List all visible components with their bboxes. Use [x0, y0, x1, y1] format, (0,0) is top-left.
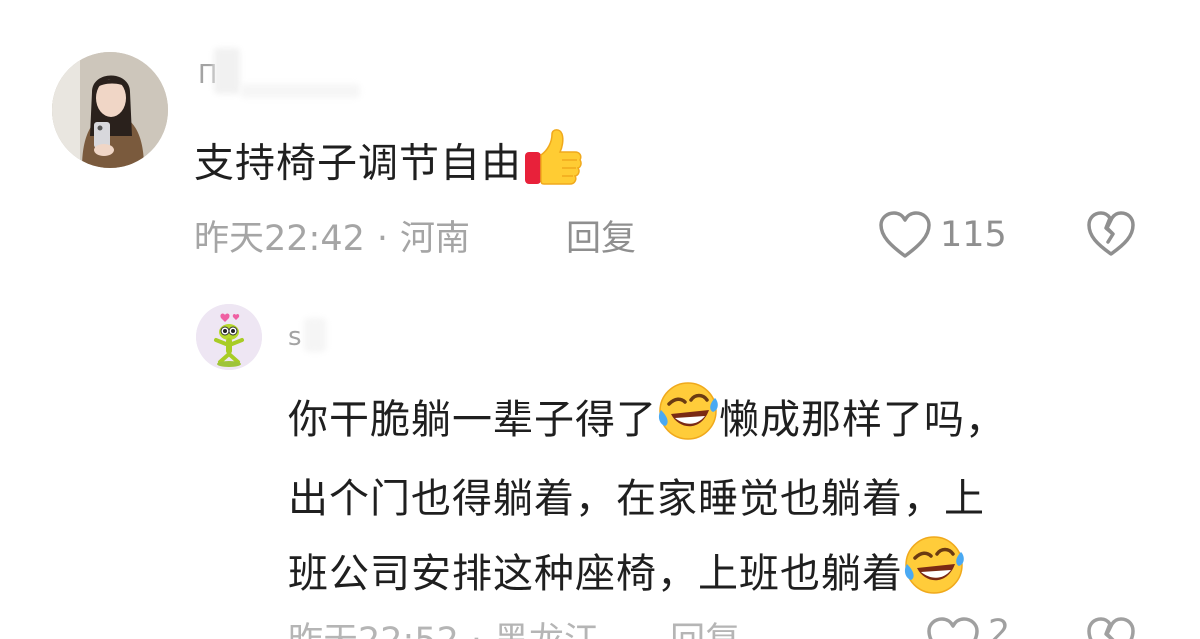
- comment-time: 昨天22:42: [194, 219, 365, 259]
- reply-text-line-1: 你干脆躺一辈子得了 懒成那样了吗，: [288, 380, 1158, 464]
- comment-meta: 昨天22:42 · 河南 回复: [194, 210, 636, 261]
- reply-dislike-button[interactable]: [1086, 616, 1136, 639]
- rolling-laughing-icon: [657, 380, 719, 464]
- reply-location: 黑龙江: [494, 621, 599, 639]
- meta-dot: ·: [376, 219, 389, 259]
- comment-text-content: 支持椅子调节自由: [194, 140, 522, 187]
- avatar[interactable]: [52, 52, 168, 168]
- reply-text-line-2: 出个门也得躺着，在家睡觉也躺着，上: [288, 476, 985, 522]
- reply-username[interactable]: s: [288, 322, 302, 352]
- reply-text-segment: 你干脆躺一辈子得了: [288, 397, 657, 443]
- reply-text: 你干脆躺一辈子得了 懒成那样了吗， 出个门也得躺着，在家睡觉也躺着，上 班公司安…: [288, 380, 1158, 618]
- username-blur-tail: [240, 84, 360, 98]
- heart-icon: [879, 211, 931, 258]
- dislike-button[interactable]: [1086, 210, 1136, 262]
- reply-meta: 昨天22:52 · 黑龙江 回复: [288, 612, 740, 639]
- reply-reply-button[interactable]: 回复: [670, 621, 740, 639]
- frog-avatar-icon: [196, 304, 262, 370]
- comment-location: 河南: [400, 219, 471, 259]
- comment-text: 支持椅子调节自由: [194, 128, 584, 203]
- reply-button[interactable]: 回复: [566, 210, 636, 261]
- reply-text-line-3: 班公司安排这种座椅，上班也躺着: [288, 534, 1158, 618]
- reply-username-blur: [304, 318, 326, 352]
- like-button[interactable]: 115: [878, 210, 1007, 260]
- broken-heart-icon: [1087, 617, 1135, 639]
- reply-like-button[interactable]: 2: [926, 616, 1010, 639]
- reply-time: 昨天22:52: [288, 621, 459, 639]
- reply-avatar[interactable]: [196, 304, 262, 370]
- username-blur: [214, 48, 240, 94]
- avatar-photo: [52, 52, 168, 168]
- reply-text-segment: 懒成那样了吗，: [719, 397, 1006, 443]
- meta-dot: ·: [471, 621, 482, 639]
- reply-text-segment: 班公司安排这种座椅，上班也躺着: [288, 551, 903, 597]
- rolling-laughing-icon: [903, 534, 965, 618]
- like-count: 115: [940, 215, 1007, 255]
- reply-like-count: 2: [988, 613, 1011, 639]
- heart-icon: [927, 617, 979, 639]
- thumbs-up-icon: [522, 128, 584, 203]
- broken-heart-icon: [1087, 211, 1135, 256]
